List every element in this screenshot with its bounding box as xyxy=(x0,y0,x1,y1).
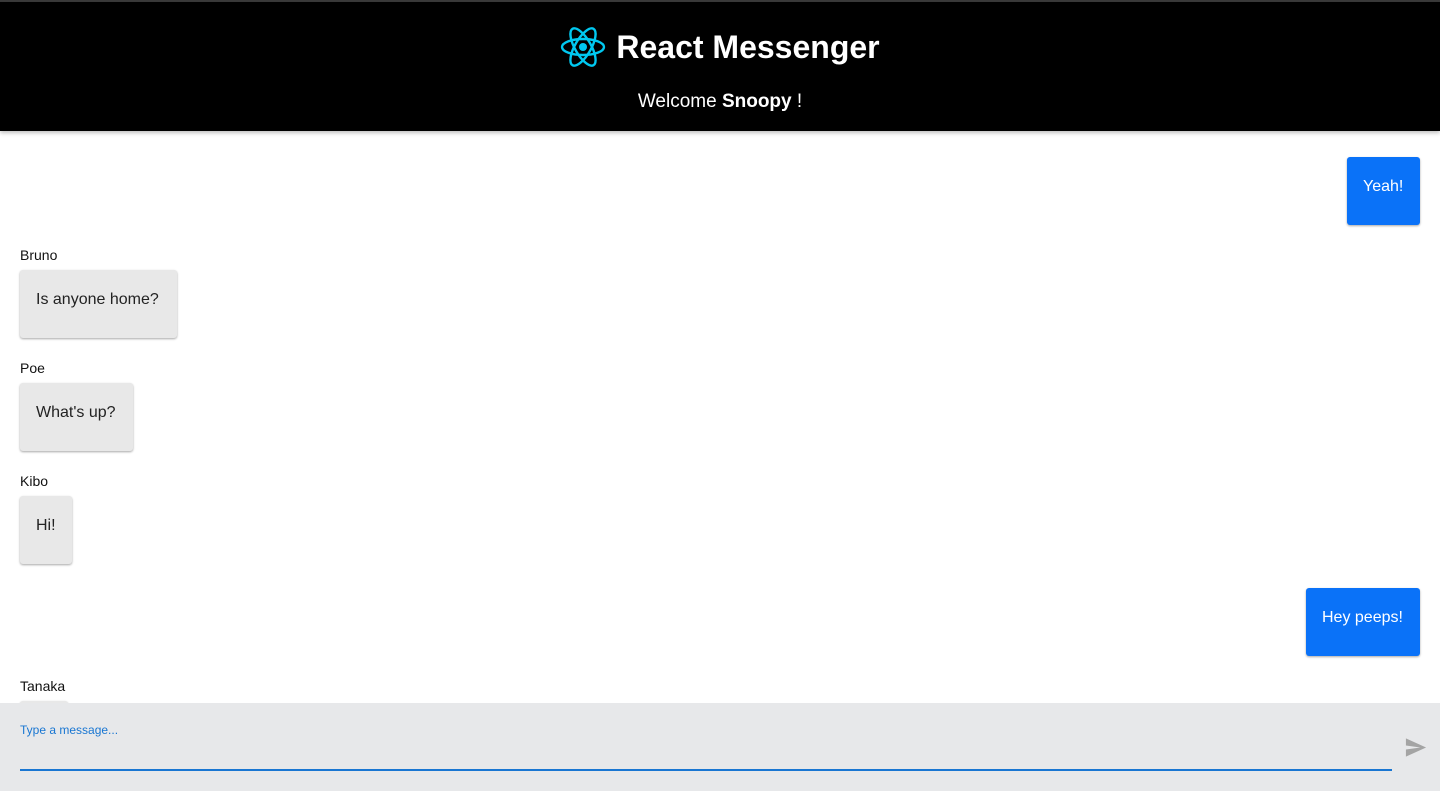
react-atom-icon xyxy=(560,24,606,70)
message-text: Is anyone home? xyxy=(36,291,159,308)
message-bubble: Hi! xyxy=(20,496,72,564)
welcome-prefix: Welcome xyxy=(637,91,717,112)
message-text: Hi! xyxy=(36,517,56,534)
app-title: React Messenger xyxy=(616,29,880,65)
username: Snoopy xyxy=(721,91,792,112)
own-message-bubble: Hey peeps! xyxy=(1306,588,1420,656)
send-icon xyxy=(1405,737,1427,757)
message-list[interactable]: Yeah! Bruno Is anyone home? Poe What's u… xyxy=(0,131,1440,703)
message-bubble: What's up? xyxy=(20,383,133,451)
message-text: Yeah! xyxy=(1363,178,1404,195)
message-text: Hey peeps! xyxy=(1322,609,1403,626)
message-sender: Tanaka xyxy=(20,678,66,694)
own-message-bubble: Yeah! xyxy=(1347,157,1420,225)
message-input-label: Type a message... xyxy=(20,723,119,737)
message-text: What's up? xyxy=(36,404,116,421)
message-sender: Kibo xyxy=(20,473,49,489)
app-header: React Messenger Welcome Snoopy ! xyxy=(0,2,1440,131)
send-button[interactable] xyxy=(1404,737,1428,757)
message-input[interactable] xyxy=(20,741,1392,771)
welcome-text: Welcome Snoopy ! xyxy=(0,90,1440,114)
message-sender: Poe xyxy=(20,360,45,376)
title-row: React Messenger xyxy=(0,24,1440,70)
message-bubble: Is anyone home? xyxy=(20,270,177,338)
message-composer: Type a message... xyxy=(0,703,1440,791)
welcome-suffix: ! xyxy=(796,91,803,112)
message-sender: Bruno xyxy=(20,247,58,263)
